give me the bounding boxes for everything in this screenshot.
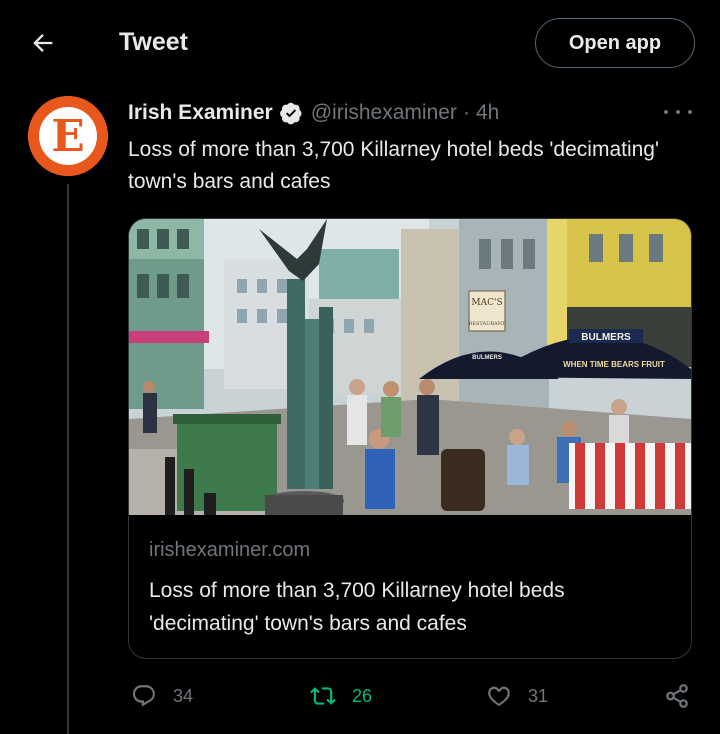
separator-dot: · <box>462 101 470 124</box>
reply-count: 34 <box>173 685 194 706</box>
open-app-button[interactable]: Open app <box>535 18 695 68</box>
card-image: MAC'S RESTAURANT BULMERS BULMERS WHEN TI… <box>129 219 691 515</box>
author-name[interactable]: Irish Examiner <box>128 101 273 125</box>
thread-line <box>67 184 69 734</box>
card-domain: irishexaminer.com <box>149 539 311 561</box>
verified-badge-icon <box>279 101 303 125</box>
bulmers-sign-small: BULMERS <box>472 355 502 361</box>
tweet-time[interactable]: 4h <box>476 101 499 125</box>
retweet-count: 26 <box>352 685 373 706</box>
bulmers-sign: BULMERS <box>581 332 631 343</box>
macs-sign: MAC'S <box>471 298 502 308</box>
share-icon <box>666 684 688 708</box>
like-count: 31 <box>528 685 549 706</box>
author-handle[interactable]: @irishexaminer <box>311 101 457 125</box>
link-card[interactable]: MAC'S RESTAURANT BULMERS BULMERS WHEN TI… <box>128 218 692 659</box>
tweet-text: Loss of more than 3,700 Killarney hotel … <box>128 138 659 193</box>
retweet-button[interactable]: 26 <box>310 680 372 712</box>
retweet-icon <box>310 687 336 705</box>
more-options-button[interactable] <box>664 100 692 124</box>
bulmers-slogan: WHEN TIME BEARS FRUIT <box>563 360 665 369</box>
share-button[interactable] <box>664 680 706 712</box>
like-button[interactable]: 31 <box>486 680 548 712</box>
irish-examiner-logo: E <box>28 96 108 176</box>
svg-text:E: E <box>51 111 85 162</box>
more-horizontal-icon <box>664 110 668 114</box>
back-button[interactable] <box>26 26 60 60</box>
macs-sign-sub: RESTAURANT <box>469 321 506 327</box>
page-title: Tweet <box>119 28 188 56</box>
reply-button[interactable]: 34 <box>131 680 193 712</box>
arrow-left-icon <box>33 34 53 52</box>
tweet-header: Irish Examiner @irishexaminer · 4h <box>128 98 499 128</box>
top-bar: Tweet Open app <box>0 0 720 86</box>
heart-icon <box>488 686 510 707</box>
avatar[interactable]: E <box>28 96 108 176</box>
reply-icon <box>132 685 155 707</box>
card-title: Loss of more than 3,700 Killarney hotel … <box>149 579 565 635</box>
